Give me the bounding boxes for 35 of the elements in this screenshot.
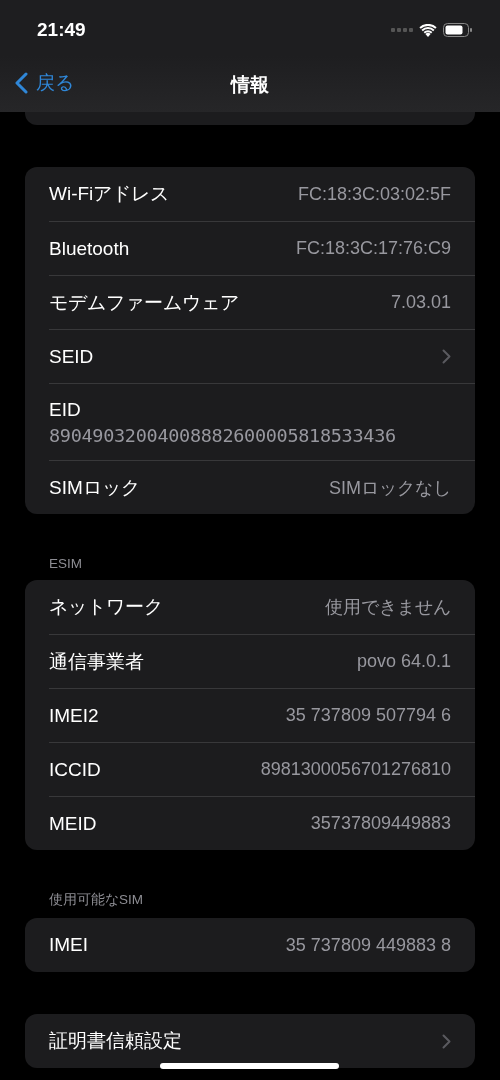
- back-button[interactable]: 戻る: [14, 70, 74, 96]
- battery-icon: [443, 23, 472, 37]
- section-header: ESIM: [48, 556, 83, 573]
- row-label: ICCID: [49, 758, 101, 781]
- wifi-icon: [419, 23, 437, 37]
- row-value: SIMロックなし: [329, 476, 451, 500]
- row-label: SIMロック: [49, 475, 140, 500]
- row-label: モデムファームウェア: [49, 290, 239, 315]
- chevron-right-icon: [442, 1033, 451, 1049]
- chevron-right-icon: [442, 349, 451, 364]
- nav-title: 情報: [231, 73, 269, 97]
- row-value: 89049032004008882600005818533436: [49, 424, 396, 446]
- row-value: 35 737809 507794 6: [285, 705, 451, 726]
- row-label: IMEI: [49, 934, 89, 956]
- row-value: 7.03.01: [390, 292, 451, 313]
- row-label: Bluetooth: [49, 237, 130, 260]
- row-label: MEID: [49, 812, 97, 835]
- row-value: FC:18:3C:17:76:C9: [295, 238, 451, 259]
- list-row[interactable]: SEID: [49, 329, 475, 383]
- chevron-left-icon: [14, 72, 28, 94]
- row-label: 通信事業者: [49, 649, 144, 674]
- section-header: 使用可能なSIM: [48, 891, 144, 909]
- row-value: 8981300056701276810: [260, 759, 451, 780]
- row-label: EID: [49, 398, 81, 421]
- row-value: FC:18:3C:03:02:5F: [297, 183, 451, 205]
- row-value: povo 64.0.1: [356, 651, 451, 672]
- row-label: Wi-Fiアドレス: [49, 182, 170, 206]
- status-time: 21:49: [37, 18, 86, 41]
- row-value: 使用できません: [325, 596, 451, 619]
- row-label: IMEI2: [49, 704, 99, 727]
- row-label: ネットワーク: [49, 595, 163, 619]
- row-value: 35737809449883: [310, 813, 451, 834]
- signal-icon: [391, 28, 413, 32]
- row-value: 35 737809 449883 8: [285, 934, 451, 956]
- list-row[interactable]: 証明書信頼設定: [49, 1014, 475, 1068]
